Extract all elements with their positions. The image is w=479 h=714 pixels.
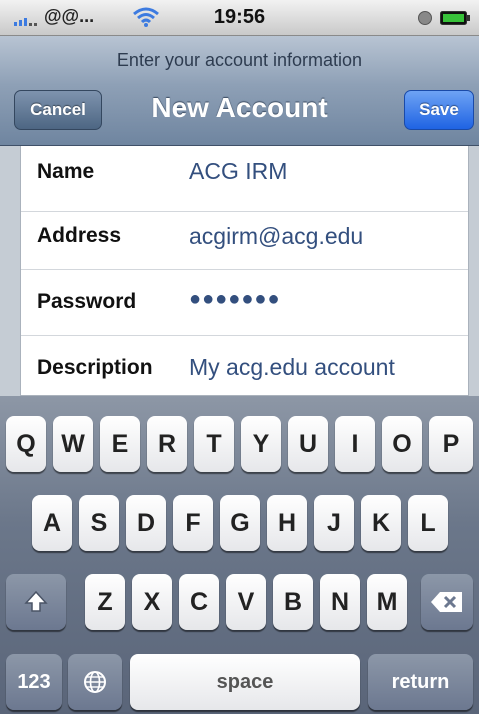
key-d[interactable]: D — [126, 495, 166, 551]
key-p[interactable]: P — [429, 416, 473, 472]
key-c[interactable]: C — [179, 574, 219, 630]
password-row[interactable]: Password ●●●●●●● — [21, 270, 468, 336]
address-field[interactable]: acgirm@acg.edu — [189, 223, 363, 250]
key-z[interactable]: Z — [85, 574, 125, 630]
key-g[interactable]: G — [220, 495, 260, 551]
address-row[interactable]: Address acgirm@acg.edu — [21, 204, 468, 270]
key-w[interactable]: W — [53, 416, 93, 472]
key-r[interactable]: R — [147, 416, 187, 472]
description-row[interactable]: Description My acg.edu account — [21, 336, 468, 396]
globe-key[interactable] — [68, 654, 122, 710]
cancel-button[interactable]: Cancel — [14, 90, 102, 130]
description-label: Description — [37, 356, 153, 379]
battery-icon — [440, 11, 470, 25]
nav-bar: Enter your account information New Accou… — [0, 36, 479, 146]
status-bar: @@... 19:56 — [0, 0, 479, 36]
name-field[interactable]: ACG IRM — [189, 158, 287, 185]
key-a[interactable]: A — [32, 495, 72, 551]
key-i[interactable]: I — [335, 416, 375, 472]
password-label: Password — [37, 290, 137, 313]
address-label: Address — [37, 224, 122, 247]
account-form: Name ACG IRM Address acgirm@acg.edu Pass… — [20, 146, 469, 396]
key-h[interactable]: H — [267, 495, 307, 551]
space-key[interactable]: space — [130, 654, 360, 710]
key-q[interactable]: Q — [6, 416, 46, 472]
key-l[interactable]: L — [408, 495, 448, 551]
return-key[interactable]: return — [368, 654, 473, 710]
backspace-key[interactable] — [421, 574, 473, 630]
screen: @@... 19:56 Enter your account informati… — [0, 0, 479, 714]
shift-icon — [24, 590, 48, 612]
name-row[interactable]: Name ACG IRM — [21, 146, 468, 212]
key-t[interactable]: T — [194, 416, 234, 472]
description-field[interactable]: My acg.edu account — [189, 354, 395, 381]
key-e[interactable]: E — [100, 416, 140, 472]
key-s[interactable]: S — [79, 495, 119, 551]
key-b[interactable]: B — [273, 574, 313, 630]
save-button[interactable]: Save — [404, 90, 474, 130]
key-k[interactable]: K — [361, 495, 401, 551]
key-o[interactable]: O — [382, 416, 422, 472]
key-y[interactable]: Y — [241, 416, 281, 472]
keyboard: Q W E R T Y U I O P A S D F G H J K L Z … — [0, 396, 479, 714]
nav-prompt: Enter your account information — [116, 50, 363, 70]
key-u[interactable]: U — [288, 416, 328, 472]
status-time: 19:56 — [213, 6, 266, 28]
key-n[interactable]: N — [320, 574, 360, 630]
key-v[interactable]: V — [226, 574, 266, 630]
key-m[interactable]: M — [367, 574, 407, 630]
numbers-key[interactable]: 123 — [6, 654, 62, 710]
key-f[interactable]: F — [173, 495, 213, 551]
name-label: Name — [37, 160, 95, 183]
backspace-icon — [431, 592, 462, 612]
shift-key[interactable] — [6, 574, 66, 630]
key-x[interactable]: X — [132, 574, 172, 630]
globe-icon — [84, 671, 106, 693]
key-j[interactable]: J — [314, 495, 354, 551]
password-field[interactable]: ●●●●●●● — [189, 288, 281, 311]
lock-icon — [418, 11, 432, 25]
